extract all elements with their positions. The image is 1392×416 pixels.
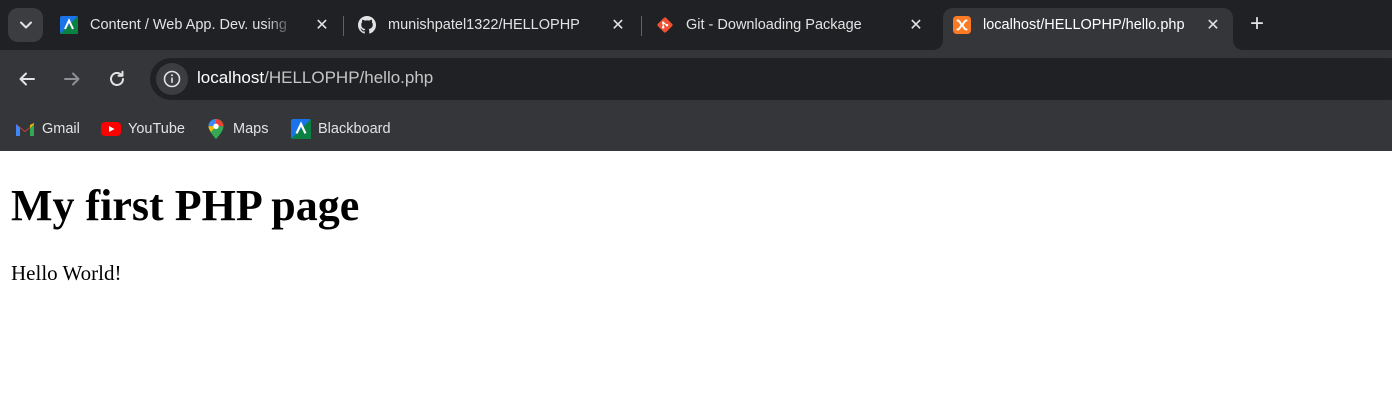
tab-blackboard[interactable]: Content / Web App. Dev. using ✕ xyxy=(60,8,332,42)
bookmark-blackboard[interactable]: Blackboard xyxy=(291,116,391,142)
chevron-down-icon xyxy=(19,21,32,29)
bookmark-label: Gmail xyxy=(42,121,80,137)
blackboard-icon xyxy=(291,119,311,139)
tab-strip: Content / Web App. Dev. using ✕ munishpa… xyxy=(0,0,1392,50)
xampp-icon xyxy=(953,16,971,34)
address-bar[interactable]: localhost/HELLOPHP/hello.php xyxy=(150,58,1392,100)
tab-title: Git - Downloading Package xyxy=(686,17,862,33)
page-body-text: Hello World! xyxy=(11,261,122,285)
url-path: /HELLOPHP/hello.php xyxy=(264,68,434,87)
git-icon xyxy=(656,16,674,34)
bookmark-youtube[interactable]: YouTube xyxy=(101,116,185,142)
back-arrow-icon xyxy=(19,72,35,86)
tab-search-button[interactable] xyxy=(8,8,43,42)
reload-icon xyxy=(110,70,124,86)
page-content: My first PHP page Hello World! xyxy=(0,151,1392,416)
tab-title: Content / Web App. Dev. using xyxy=(90,17,287,33)
close-icon[interactable]: ✕ xyxy=(906,15,926,35)
maps-icon xyxy=(206,119,226,139)
bookmark-label: Maps xyxy=(233,121,269,137)
forward-button[interactable] xyxy=(55,62,89,96)
youtube-icon xyxy=(101,119,121,139)
gmail-icon xyxy=(15,119,35,139)
page-heading: My first PHP page xyxy=(11,181,360,230)
url-text[interactable]: localhost/HELLOPHP/hello.php xyxy=(197,68,433,88)
bookmark-maps[interactable]: Maps xyxy=(206,116,268,142)
url-host: localhost xyxy=(197,68,265,87)
blackboard-icon xyxy=(60,16,78,34)
tab-git[interactable]: Git - Downloading Package ✕ xyxy=(656,8,926,42)
bookmark-label: Blackboard xyxy=(318,121,391,137)
tab-title: localhost/HELLOPHP/hello.php xyxy=(983,17,1185,33)
toolbar: localhost/HELLOPHP/hello.php xyxy=(0,50,1392,108)
bookmark-label: YouTube xyxy=(128,121,185,137)
close-icon[interactable]: ✕ xyxy=(608,15,628,35)
close-icon[interactable]: ✕ xyxy=(1203,15,1223,35)
forward-arrow-icon xyxy=(64,72,80,86)
back-button[interactable] xyxy=(10,62,44,96)
tab-localhost-active[interactable]: localhost/HELLOPHP/hello.php ✕ xyxy=(953,8,1223,42)
tab-separator xyxy=(343,16,344,36)
bookmark-gmail[interactable]: Gmail xyxy=(15,116,80,142)
tab-title: munishpatel1322/HELLOPHP xyxy=(388,17,580,33)
tab-separator xyxy=(641,16,642,36)
new-tab-button[interactable]: + xyxy=(1245,12,1269,37)
reload-button[interactable] xyxy=(100,62,134,96)
github-icon xyxy=(358,16,376,34)
tab-github[interactable]: munishpatel1322/HELLOPHP ✕ xyxy=(358,8,628,42)
bookmarks-bar: Gmail YouTube Maps Blackboard xyxy=(0,108,1392,151)
info-icon xyxy=(163,70,181,88)
close-icon[interactable]: ✕ xyxy=(312,15,332,35)
site-info-button[interactable] xyxy=(156,63,188,95)
